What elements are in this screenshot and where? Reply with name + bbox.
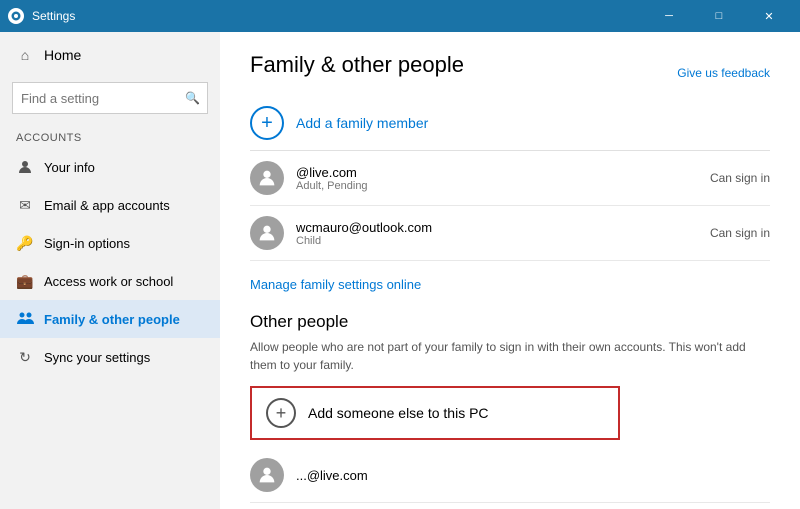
- lock-icon: 🔑: [16, 234, 34, 252]
- minimize-button[interactable]: ─: [646, 0, 692, 32]
- sidebar-item-label: Access work or school: [44, 274, 173, 289]
- page-title: Family & other people: [250, 52, 464, 78]
- people-icon: [16, 310, 34, 328]
- add-family-member-row[interactable]: + Add a family member: [250, 96, 770, 151]
- member-role-1: Child: [296, 235, 698, 247]
- sidebar-item-work[interactable]: 💼 Access work or school: [0, 262, 220, 300]
- sidebar-item-label: Email & app accounts: [44, 198, 170, 213]
- content-area: Family & other people Give us feedback +…: [220, 32, 800, 509]
- family-member-row-0[interactable]: @live.com Adult, Pending Can sign in: [250, 151, 770, 206]
- add-someone-label: Add someone else to this PC: [308, 405, 489, 421]
- home-icon: ⌂: [16, 46, 34, 64]
- family-member-row-1[interactable]: wcmauro@outlook.com Child Can sign in: [250, 206, 770, 261]
- other-people-section: Other people Allow people who are not pa…: [250, 312, 770, 509]
- other-member-info-0: ...@live.com: [296, 468, 770, 483]
- sidebar-item-sync[interactable]: ↻ Sync your settings: [0, 338, 220, 376]
- accounts-section-label: Accounts: [0, 124, 220, 148]
- member-info-1: wcmauro@outlook.com Child: [296, 220, 698, 247]
- sidebar-item-label: Sync your settings: [44, 350, 150, 365]
- family-list: + Add a family member @live.com Adult, P…: [250, 96, 770, 261]
- close-button[interactable]: ✕: [746, 0, 792, 32]
- sidebar-item-label: Family & other people: [44, 312, 180, 327]
- member-info-0: @live.com Adult, Pending: [296, 165, 698, 192]
- person-icon: [16, 158, 34, 176]
- feedback-link[interactable]: Give us feedback: [677, 56, 770, 90]
- sidebar: ⌂ Home 🔍 Accounts Your info ✉ Email & ap…: [0, 32, 220, 509]
- sidebar-item-family[interactable]: Family & other people: [0, 300, 220, 338]
- briefcase-icon: 💼: [16, 272, 34, 290]
- email-icon: ✉: [16, 196, 34, 214]
- sidebar-item-home[interactable]: ⌂ Home: [0, 32, 220, 78]
- member-email-1: wcmauro@outlook.com: [296, 220, 698, 235]
- search-input[interactable]: [12, 82, 208, 114]
- manage-family-link[interactable]: Manage family settings online: [250, 267, 421, 302]
- sidebar-search: 🔍: [12, 82, 208, 114]
- add-someone-plus-icon: +: [266, 398, 296, 428]
- other-member-email-0: ...@live.com: [296, 468, 770, 483]
- other-people-title: Other people: [250, 312, 770, 332]
- other-member-row-1[interactable]: wcadmin Local account: [250, 503, 770, 509]
- sidebar-item-label: Sign-in options: [44, 236, 130, 251]
- add-family-member-label: Add a family member: [296, 115, 428, 131]
- member-status-1: Can sign in: [710, 226, 770, 240]
- member-avatar-1: [250, 216, 284, 250]
- sidebar-item-label: Your info: [44, 160, 95, 175]
- title-bar: Settings ─ □ ✕: [0, 0, 800, 32]
- member-status-0: Can sign in: [710, 171, 770, 185]
- title-bar-title: Settings: [32, 9, 75, 23]
- title-bar-controls: ─ □ ✕: [646, 0, 792, 32]
- maximize-button[interactable]: □: [696, 0, 742, 32]
- sidebar-home-label: Home: [44, 47, 81, 63]
- member-avatar-0: [250, 161, 284, 195]
- sidebar-item-email[interactable]: ✉ Email & app accounts: [0, 186, 220, 224]
- title-bar-left: Settings: [8, 8, 75, 24]
- member-role-0: Adult, Pending: [296, 180, 698, 192]
- settings-icon: [8, 8, 24, 24]
- other-people-desc: Allow people who are not part of your fa…: [250, 338, 770, 374]
- other-member-row-0[interactable]: ...@live.com: [250, 448, 770, 503]
- member-email-0: @live.com: [296, 165, 698, 180]
- search-icon: 🔍: [185, 91, 200, 105]
- sidebar-item-your-info[interactable]: Your info: [0, 148, 220, 186]
- other-member-avatar-0: [250, 458, 284, 492]
- add-someone-box[interactable]: + Add someone else to this PC: [250, 386, 620, 440]
- sidebar-item-signin[interactable]: 🔑 Sign-in options: [0, 224, 220, 262]
- sync-icon: ↻: [16, 348, 34, 366]
- add-family-plus-icon: +: [250, 106, 284, 140]
- app-body: ⌂ Home 🔍 Accounts Your info ✉ Email & ap…: [0, 32, 800, 509]
